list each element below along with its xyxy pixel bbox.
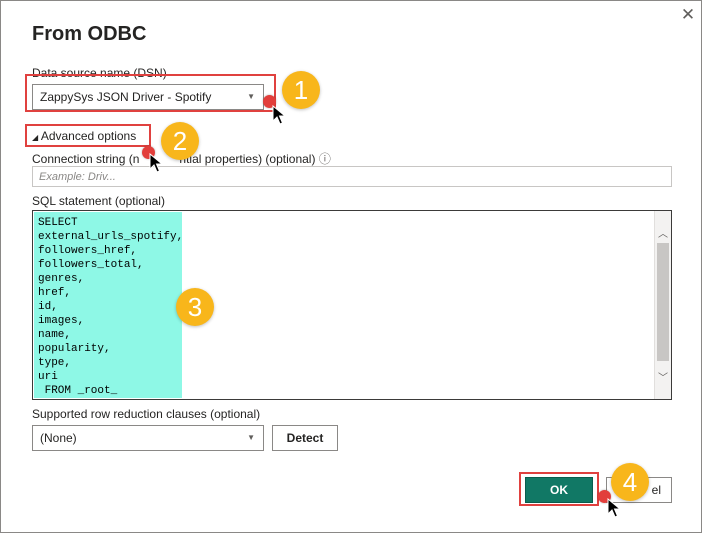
sql-label: SQL statement (optional) <box>32 194 165 208</box>
callout-3: 3 <box>176 288 214 326</box>
odbc-dialog: From ODBC ✕ Data source name (DSN) Zappy… <box>0 0 702 533</box>
row-reduction-value: (None) <box>40 431 77 445</box>
scroll-down-icon[interactable]: ﹀ <box>655 369 671 384</box>
connection-string-placeholder: Example: Driv... <box>39 171 116 183</box>
highlight-box-ok <box>519 472 599 506</box>
scrollbar-thumb[interactable] <box>657 243 669 361</box>
sql-textarea[interactable]: SELECT external_urls_spotify, followers_… <box>32 210 672 400</box>
mouse-cursor-icon <box>272 105 286 125</box>
dialog-title: From ODBC <box>32 23 147 45</box>
close-icon[interactable]: ✕ <box>678 5 698 25</box>
connection-string-label-b: ntial properties) (optional) <box>179 152 316 166</box>
scroll-up-icon[interactable]: ︿ <box>655 225 671 240</box>
chevron-down-icon: ▼ <box>247 433 255 442</box>
highlight-box-advanced <box>25 124 151 147</box>
callout-4: 4 <box>611 463 649 501</box>
info-icon: ⓘ <box>318 152 331 166</box>
mouse-cursor-icon <box>149 153 163 173</box>
sql-scrollbar[interactable]: ︿ ﹀ <box>654 211 671 399</box>
cancel-label: el <box>651 483 661 497</box>
row-reduction-label: Supported row reduction clauses (optiona… <box>32 407 261 421</box>
connection-string-label-a: Connection string (n <box>32 152 140 166</box>
connection-string-input[interactable]: Example: Driv... <box>32 166 672 187</box>
mouse-cursor-icon <box>607 498 621 518</box>
callout-2: 2 <box>161 122 199 160</box>
detect-button[interactable]: Detect <box>272 425 338 451</box>
sql-text: SELECT external_urls_spotify, followers_… <box>38 217 184 397</box>
highlight-box-dsn <box>25 74 276 112</box>
callout-1: 1 <box>282 71 320 109</box>
row-reduction-dropdown[interactable]: (None) ▼ <box>32 425 264 451</box>
